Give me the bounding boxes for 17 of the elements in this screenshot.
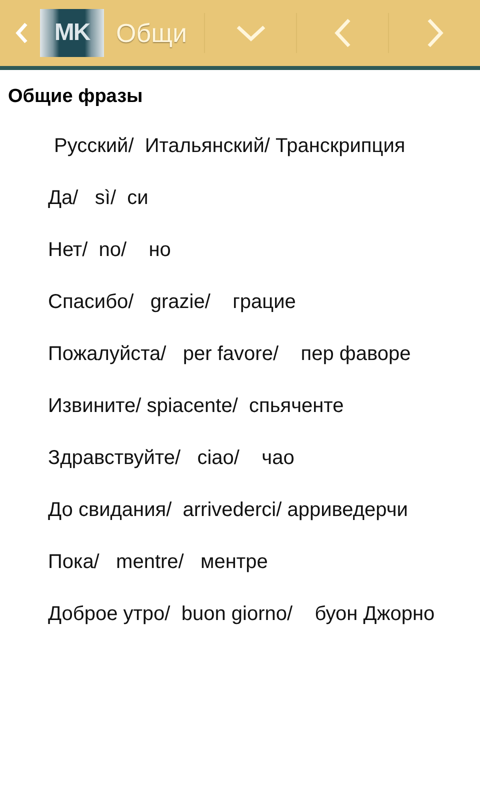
window-title: Общи xyxy=(116,18,188,48)
chevron-down-icon xyxy=(234,24,266,42)
phrase-text: Доброе утро/ buon giorno/ буон Джорно xyxy=(47,602,436,627)
phrase-text: Да/ sì/ си xyxy=(47,186,150,211)
phrase-text: Спасибо/ grazie/ грацие xyxy=(47,290,297,315)
phrase-text: Пожалуйста/ per favore/ пер фаворе xyxy=(47,342,412,367)
phrase-text: Извините/ spiacente/ спьяченте xyxy=(47,394,345,419)
section-heading: Общие фразы xyxy=(8,86,144,108)
app-logo: MK xyxy=(40,9,104,57)
phrase-text: Русский/ Итальянский/ Транскрипция xyxy=(53,134,406,159)
chevron-right-icon xyxy=(426,17,444,49)
back-icon xyxy=(15,21,29,45)
phrase-text: До свидания/ arrivederci/ арриведерчи xyxy=(47,498,409,523)
phrase-text: Пока/ mentre/ ментре xyxy=(47,550,269,575)
phrase-text: Здравствуйте/ ciao/ чао xyxy=(47,446,296,471)
phrase-text: Нет/ no/ но xyxy=(47,238,172,263)
chevron-left-icon xyxy=(334,17,352,49)
